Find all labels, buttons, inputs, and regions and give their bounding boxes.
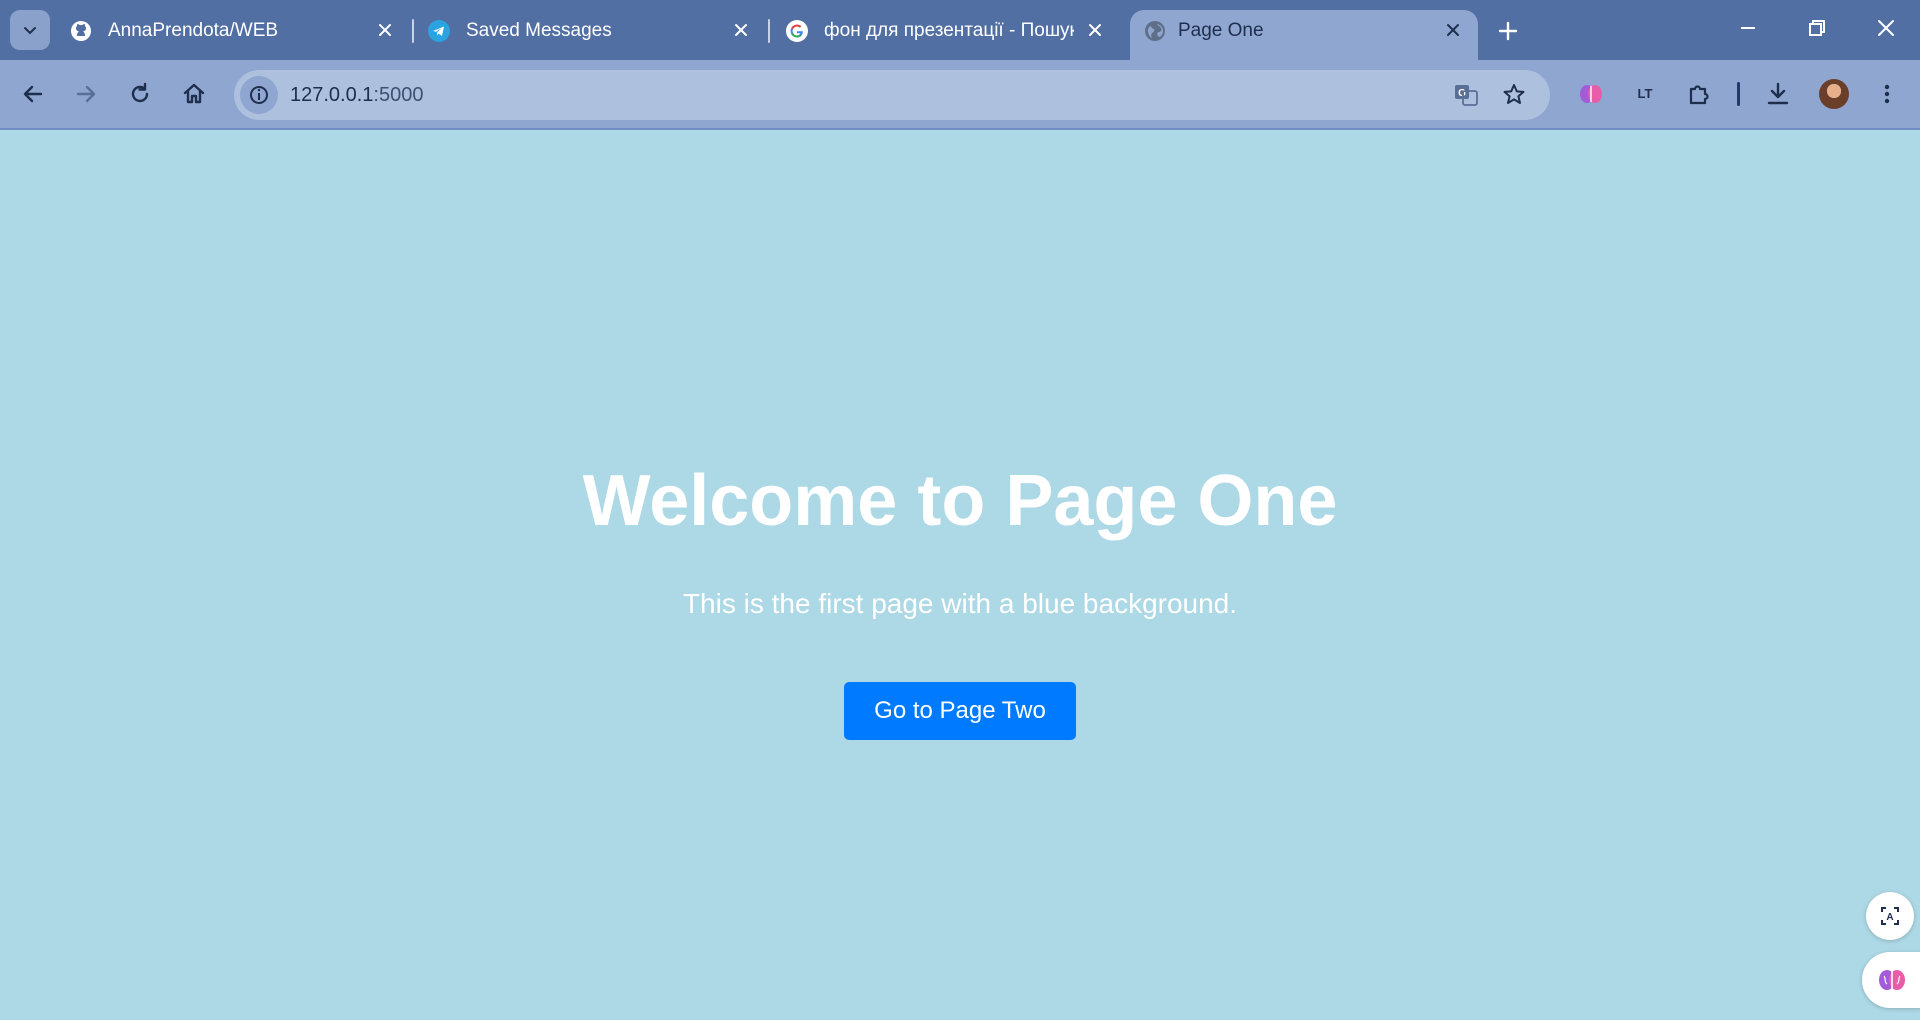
tab-page-one[interactable]: Page One	[1130, 10, 1478, 60]
url-host: 127.0.0.1	[290, 84, 374, 106]
google-icon	[786, 20, 808, 42]
languagetool-extension-icon[interactable]: LT	[1631, 80, 1659, 108]
tab-github[interactable]: AnnaPrendota/WEB	[70, 10, 400, 50]
page-viewport: Welcome to Page One This is the first pa…	[0, 130, 1920, 1020]
translate-icon[interactable]: G	[1452, 81, 1480, 109]
forward-icon[interactable]	[72, 80, 100, 108]
close-icon[interactable]	[376, 21, 394, 39]
toolbar-divider	[1737, 82, 1740, 106]
close-icon[interactable]	[1086, 21, 1104, 39]
brain-extension-icon[interactable]	[1577, 80, 1605, 108]
browser-toolbar: 127.0.0.1:5000 G LT	[0, 60, 1920, 130]
address-bar[interactable]: 127.0.0.1:5000 G	[234, 70, 1550, 120]
extensions-puzzle-icon[interactable]	[1685, 80, 1713, 108]
svg-text:LT: LT	[1638, 86, 1653, 101]
site-info-button[interactable]	[240, 76, 278, 114]
tab-separator	[768, 19, 770, 43]
close-icon[interactable]	[732, 21, 750, 39]
page-subtitle: This is the first page with a blue backg…	[682, 588, 1238, 619]
globe-icon	[1145, 21, 1165, 41]
tab-search-button[interactable]	[10, 10, 50, 50]
home-icon[interactable]	[180, 80, 208, 108]
github-icon	[71, 21, 91, 41]
brain-icon	[1879, 970, 1905, 990]
go-to-page-two-button[interactable]: Go to Page Two	[844, 682, 1076, 740]
telegram-icon	[428, 20, 450, 42]
menu-kebab-icon[interactable]	[1873, 80, 1901, 108]
svg-text:A: A	[1886, 912, 1893, 923]
tab-title: AnnaPrendota/WEB	[108, 20, 279, 41]
bookmark-star-icon[interactable]	[1500, 81, 1528, 109]
tab-google-search[interactable]: фон для презентації - Пошук G	[786, 10, 1110, 50]
download-icon[interactable]	[1764, 80, 1792, 108]
url-port: :5000	[373, 84, 424, 106]
chevron-down-icon	[24, 27, 36, 35]
tab-title: фон для презентації - Пошук G	[824, 20, 1074, 41]
reload-icon[interactable]	[126, 80, 154, 108]
tab-strip: AnnaPrendota/WEB Saved Messages фон для …	[0, 0, 1920, 60]
close-window-icon[interactable]	[1874, 16, 1898, 40]
tab-title: Page One	[1178, 20, 1264, 41]
brain-assistant-button[interactable]	[1862, 952, 1920, 1008]
new-tab-icon[interactable]	[1496, 19, 1520, 43]
screenshot-capture-button[interactable]: A	[1866, 892, 1914, 940]
page-heading: Welcome to Page One	[582, 461, 1338, 541]
tab-telegram[interactable]: Saved Messages	[428, 10, 758, 50]
profile-avatar[interactable]	[1819, 79, 1849, 109]
info-icon	[250, 86, 268, 104]
tab-separator	[412, 19, 414, 43]
restore-icon[interactable]	[1805, 16, 1829, 40]
tab-title: Saved Messages	[466, 20, 612, 41]
close-icon[interactable]	[1444, 21, 1462, 39]
capture-translate-icon: A	[1881, 907, 1899, 925]
back-icon[interactable]	[19, 80, 47, 108]
minimize-icon[interactable]	[1736, 16, 1760, 40]
url-text[interactable]: 127.0.0.1:5000	[290, 84, 423, 107]
